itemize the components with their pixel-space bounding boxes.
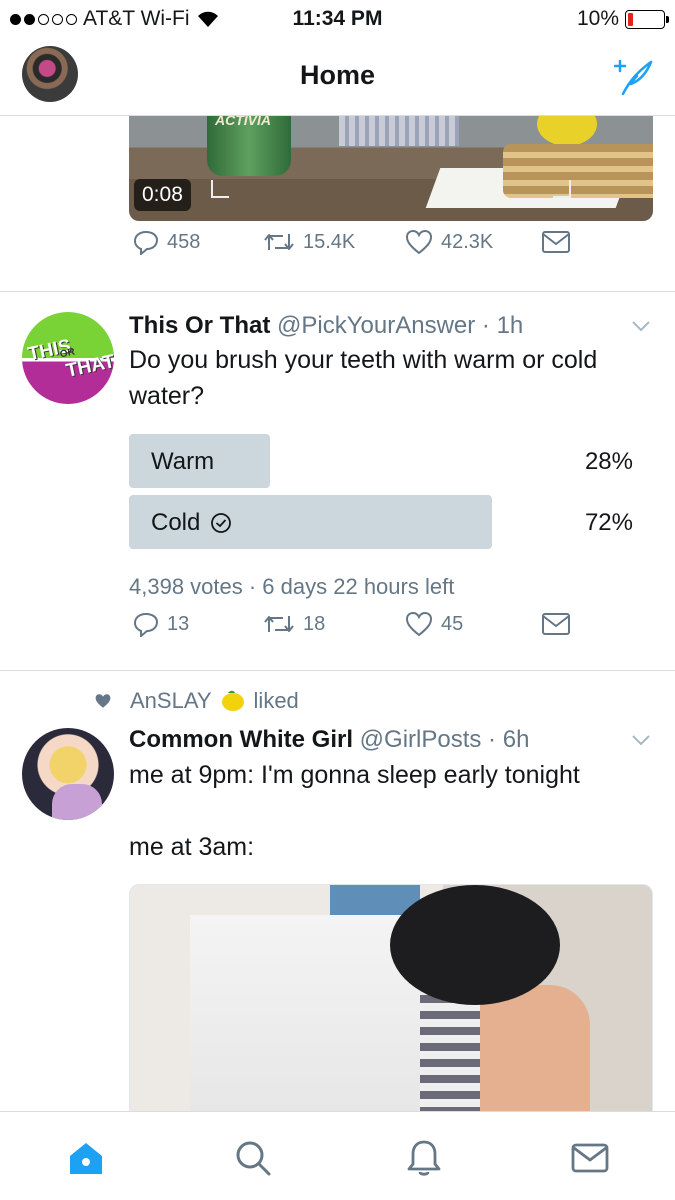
- author-handle[interactable]: @GirlPosts: [360, 726, 482, 753]
- tweet-divider: [0, 670, 675, 671]
- author-name[interactable]: Common White Girl: [129, 726, 353, 753]
- reply-button[interactable]: 458: [133, 229, 200, 255]
- poll-meta: 4,398 votes · 6 days 22 hours left: [129, 574, 455, 599]
- like-count: 42.3K: [441, 230, 494, 253]
- tweet-text-line: me at 9pm: I'm gonna sleep early tonight: [129, 761, 580, 789]
- poll-option-text: Warm: [151, 448, 215, 475]
- video-thumbnail[interactable]: ACTIVIA 0:08: [129, 116, 653, 221]
- video-frame-lemon: [537, 116, 597, 146]
- notifications-icon[interactable]: [404, 1138, 444, 1178]
- reply-button[interactable]: 13: [133, 611, 189, 637]
- chevron-down-icon[interactable]: [631, 320, 651, 332]
- video-frame-bottle: ACTIVIA: [207, 116, 291, 176]
- tweet-avatar[interactable]: [22, 728, 114, 820]
- tab-bar: [0, 1111, 675, 1200]
- reply-count: 458: [167, 230, 201, 253]
- video-frame-bread: [503, 144, 653, 198]
- retweet-button[interactable]: 15.4K: [263, 230, 355, 254]
- status-bar: AT&T Wi-Fi 11:34 PM 10%: [0, 0, 675, 40]
- retweet-icon: [264, 234, 294, 250]
- poll-option: Warm 28%: [129, 434, 633, 488]
- social-context: AnSLAY liked: [94, 688, 299, 714]
- video-frame-shirt: [339, 116, 459, 146]
- like-button[interactable]: 42.3K: [405, 229, 493, 255]
- meta-separator: ·: [475, 312, 497, 339]
- search-icon[interactable]: [233, 1138, 273, 1178]
- like-icon: [405, 611, 433, 637]
- like-count: 45: [441, 612, 464, 635]
- check-circle-icon: [211, 513, 232, 533]
- retweet-count: 18: [303, 612, 326, 635]
- tweet-divider: [0, 291, 675, 292]
- nav-header: Home: [0, 40, 675, 116]
- compose-tweet-icon[interactable]: [609, 54, 655, 100]
- poll-option-label: Cold: [151, 509, 232, 537]
- status-time: 11:34 PM: [292, 7, 383, 30]
- poll-option-label: Warm: [151, 448, 214, 476]
- tweet-time: 1h: [496, 312, 524, 339]
- poll-option-percent: 28%: [584, 448, 633, 475]
- battery-icon: [625, 9, 669, 29]
- expand-corner-icon: [553, 180, 571, 198]
- reply-icon: [133, 612, 159, 637]
- retweet-icon: [264, 616, 294, 632]
- like-button[interactable]: 45: [405, 611, 463, 637]
- status-right: 10%: [576, 7, 669, 31]
- video-frame-hair: [390, 885, 560, 1005]
- video-thumbnail[interactable]: [129, 884, 653, 1111]
- poll-option-text: Cold: [151, 509, 201, 536]
- heart-small-icon: [95, 694, 111, 708]
- direct-message-icon: [542, 613, 570, 635]
- reply-count: 13: [167, 612, 190, 635]
- messages-icon[interactable]: [570, 1138, 610, 1178]
- social-user[interactable]: AnSLAY: [130, 688, 212, 714]
- home-icon[interactable]: [66, 1138, 106, 1178]
- avatar-figure: [52, 784, 102, 820]
- battery-percent: 10%: [576, 7, 619, 30]
- lemon-emoji-icon: [221, 690, 244, 711]
- video-frame-stripes: [420, 995, 480, 1111]
- tweet-text-line: me at 3am:: [129, 833, 255, 861]
- direct-message-icon: [542, 231, 570, 253]
- poll-option: Cold 72%: [129, 495, 633, 549]
- author-name[interactable]: This Or That: [129, 312, 270, 339]
- direct-message-button[interactable]: [541, 230, 571, 254]
- tweet-avatar[interactable]: THIS OR THAT: [22, 312, 114, 404]
- reply-icon: [133, 230, 159, 255]
- like-icon: [405, 229, 433, 255]
- expand-corner-icon: [211, 180, 229, 198]
- social-action: liked: [253, 688, 299, 713]
- tweet-time: 6h: [502, 726, 530, 753]
- video-brand-text: ACTIVIA: [215, 116, 271, 128]
- meta-separator: ·: [481, 726, 503, 753]
- tweet-header: Common White Girl @GirlPosts · 6h: [129, 726, 529, 754]
- timeline-feed[interactable]: ACTIVIA 0:08 458 15.4K 42.3K THIS OR THA…: [0, 116, 675, 1111]
- video-timer: 0:08: [134, 179, 191, 211]
- poll-option-percent: 72%: [584, 509, 633, 536]
- retweet-button[interactable]: 18: [263, 612, 325, 636]
- tweet-text: Do you brush your teeth with warm or col…: [129, 346, 598, 410]
- tweet-header: This Or That @PickYourAnswer · 1h: [129, 312, 523, 340]
- chevron-down-icon[interactable]: [631, 734, 651, 746]
- retweet-count: 15.4K: [303, 230, 356, 253]
- author-handle[interactable]: @PickYourAnswer: [277, 312, 475, 339]
- page-title: Home: [299, 60, 375, 90]
- direct-message-button[interactable]: [541, 612, 571, 636]
